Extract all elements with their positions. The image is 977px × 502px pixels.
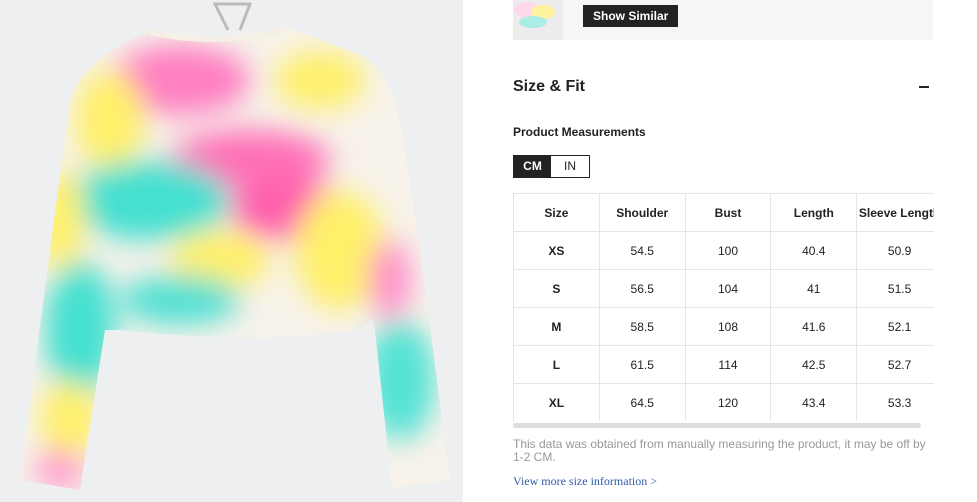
cell-bust: 104 (684, 269, 772, 308)
table-row: XS 54.5 100 40.4 50.9 (513, 231, 934, 270)
similar-thumbnail[interactable] (513, 0, 563, 40)
cell-size: S (513, 269, 600, 308)
show-similar-button[interactable]: Show Similar (583, 5, 679, 27)
measurement-disclaimer: This data was obtained from manually mea… (513, 437, 926, 464)
product-image (0, 0, 463, 502)
tie-dye-sweatshirt-image (0, 0, 463, 502)
unit-toggle: CM IN (513, 155, 590, 178)
cell-size: XL (513, 383, 600, 421)
header-size: Size (513, 193, 600, 232)
cell-shoulder: 64.5 (598, 383, 686, 421)
view-more-size-info-link[interactable]: View more size information > (513, 474, 657, 489)
size-table-container[interactable]: Size Shoulder Bust Length Sleeve Length … (513, 193, 934, 421)
cell-sleeve-length: 50.9 (856, 231, 934, 270)
table-row: S 56.5 104 41 51.5 (513, 269, 934, 308)
cell-bust: 120 (684, 383, 772, 421)
table-row: L 61.5 114 42.5 52.7 (513, 345, 934, 384)
table-row: XL 64.5 120 43.4 53.3 (513, 383, 934, 421)
cell-sleeve-length: 51.5 (856, 269, 934, 308)
table-row: M 58.5 108 41.6 52.1 (513, 307, 934, 346)
cell-sleeve-length: 52.7 (856, 345, 934, 384)
cell-size: XS (513, 231, 600, 270)
unit-in-button[interactable]: IN (551, 156, 589, 177)
cell-bust: 114 (684, 345, 772, 384)
similar-row: Show Similar (513, 0, 933, 40)
minus-icon[interactable] (919, 86, 929, 88)
cell-length: 41 (770, 269, 858, 308)
thumbnail-image (513, 0, 563, 40)
cell-size: L (513, 345, 600, 384)
header-bust: Bust (684, 193, 772, 232)
cell-length: 42.5 (770, 345, 858, 384)
cell-sleeve-length: 53.3 (856, 383, 934, 421)
cell-shoulder: 54.5 (598, 231, 686, 270)
header-length: Length (770, 193, 858, 232)
cell-shoulder: 61.5 (598, 345, 686, 384)
cell-bust: 108 (684, 307, 772, 346)
product-detail-panel: Show Similar Size & Fit Product Measurem… (463, 0, 977, 502)
cell-size: M (513, 307, 600, 346)
cell-bust: 100 (684, 231, 772, 270)
cell-shoulder: 58.5 (598, 307, 686, 346)
cell-length: 40.4 (770, 231, 858, 270)
header-sleeve-length: Sleeve Length (856, 193, 934, 232)
cell-sleeve-length: 52.1 (856, 307, 934, 346)
header-shoulder: Shoulder (598, 193, 686, 232)
cell-shoulder: 56.5 (598, 269, 686, 308)
product-measurements-label: Product Measurements (513, 125, 646, 139)
cell-length: 41.6 (770, 307, 858, 346)
table-scrollbar[interactable] (513, 423, 921, 428)
cell-length: 43.4 (770, 383, 858, 421)
unit-cm-button[interactable]: CM (514, 156, 551, 177)
table-header-row: Size Shoulder Bust Length Sleeve Length (513, 193, 934, 232)
size-table: Size Shoulder Bust Length Sleeve Length … (513, 193, 934, 421)
size-fit-title[interactable]: Size & Fit (513, 78, 585, 96)
